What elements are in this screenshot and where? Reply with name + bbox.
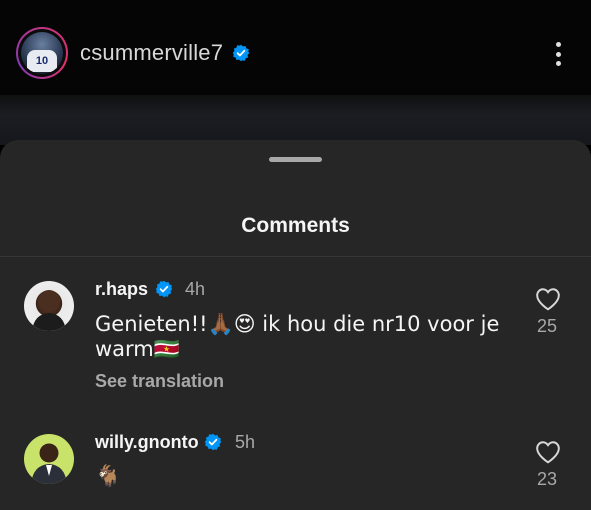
comment-timestamp: 4h xyxy=(185,279,206,299)
post-media-preview xyxy=(0,95,591,145)
heart-icon[interactable] xyxy=(535,287,561,311)
comment-text: Genieten!!🙏🏾😍 ik hou die nr10 voor je xyxy=(95,312,500,336)
profile-username[interactable]: csummerville7 xyxy=(80,40,223,66)
comments-sheet: Comments r.haps 4h Genieten!!🙏🏾😍 ik hou … xyxy=(0,140,591,510)
commenter-avatar[interactable] xyxy=(24,281,74,331)
avatar-image: 10 xyxy=(21,32,63,74)
person-silhouette-icon xyxy=(31,443,67,484)
verified-badge-icon xyxy=(155,280,173,298)
commenter-username[interactable]: willy.gnonto xyxy=(95,432,199,453)
post-header: 10 csummerville7 xyxy=(0,0,591,95)
verified-badge-icon xyxy=(232,44,250,62)
like-count: 25 xyxy=(536,316,558,336)
sheet-drag-handle[interactable] xyxy=(269,157,322,162)
profile-avatar[interactable]: 10 xyxy=(16,27,68,79)
comment-timestamp: 5h xyxy=(235,432,256,452)
verified-badge-icon xyxy=(204,433,222,451)
see-translation-link[interactable]: See translation xyxy=(95,371,224,392)
person-silhouette-icon xyxy=(32,290,66,331)
divider xyxy=(0,256,591,257)
sheet-title: Comments xyxy=(241,214,350,237)
comment-text-continued: warm🇸🇷 xyxy=(95,337,180,361)
like-count: 23 xyxy=(536,469,558,489)
avatar-jersey-number: 10 xyxy=(27,50,57,72)
heart-icon[interactable] xyxy=(535,440,561,464)
commenter-avatar[interactable] xyxy=(24,434,74,484)
comment-text: 🐐 xyxy=(95,464,122,488)
commenter-username[interactable]: r.haps xyxy=(95,279,148,300)
more-options-icon[interactable] xyxy=(548,38,568,70)
